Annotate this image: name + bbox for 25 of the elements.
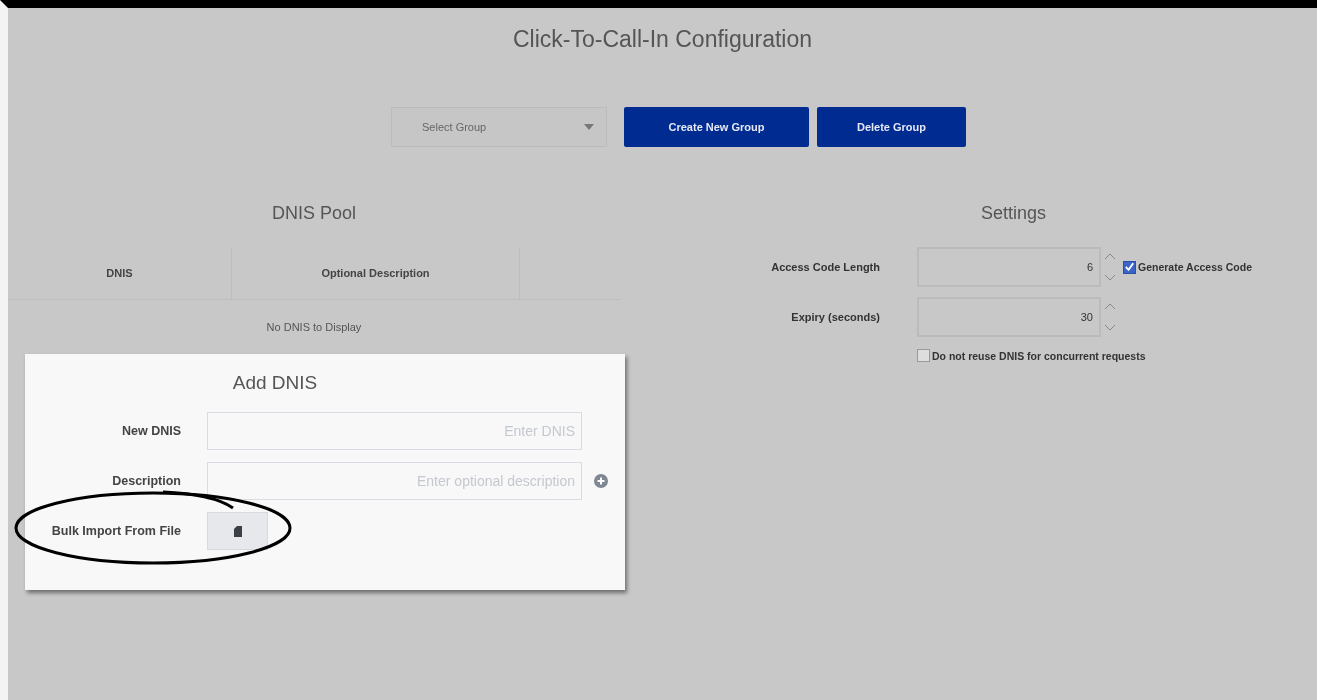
file-button[interactable]	[207, 512, 268, 550]
group-dropdown[interactable]: Select Group	[391, 107, 607, 147]
page-title: Click-To-Call-In Configuration	[511, 25, 814, 53]
card-title: Add DNIS	[231, 372, 319, 394]
toolbar-button[interactable]: Create New Group	[624, 107, 809, 147]
checkbox[interactable]	[917, 349, 930, 362]
field-label: Bulk Import From File	[50, 524, 181, 538]
field-label: New DNIS	[120, 424, 181, 438]
toolbar-button[interactable]: Delete Group	[817, 107, 966, 147]
field-label: Access Code Length	[770, 261, 880, 273]
column-header: Optional Description	[232, 247, 520, 299]
number-field[interactable]: 30	[917, 297, 1101, 337]
field-label: Expiry (seconds)	[790, 311, 880, 323]
section-title: Settings	[979, 203, 1047, 225]
section-title: DNIS Pool	[270, 203, 357, 225]
empty-message: No DNIS to Display	[266, 321, 362, 333]
number-field[interactable]: 6	[917, 247, 1101, 287]
field-label: Description	[111, 474, 181, 488]
checkbox[interactable]	[1123, 260, 1136, 274]
checkbox-label: Generate Access Code	[1138, 261, 1252, 273]
file-icon	[233, 525, 242, 537]
plus-icon[interactable]	[594, 474, 608, 488]
column-header: DNIS	[8, 247, 232, 299]
checkbox-label: Do not reuse DNIS for concurrent requests	[932, 349, 1146, 362]
caret-icon	[584, 124, 594, 130]
